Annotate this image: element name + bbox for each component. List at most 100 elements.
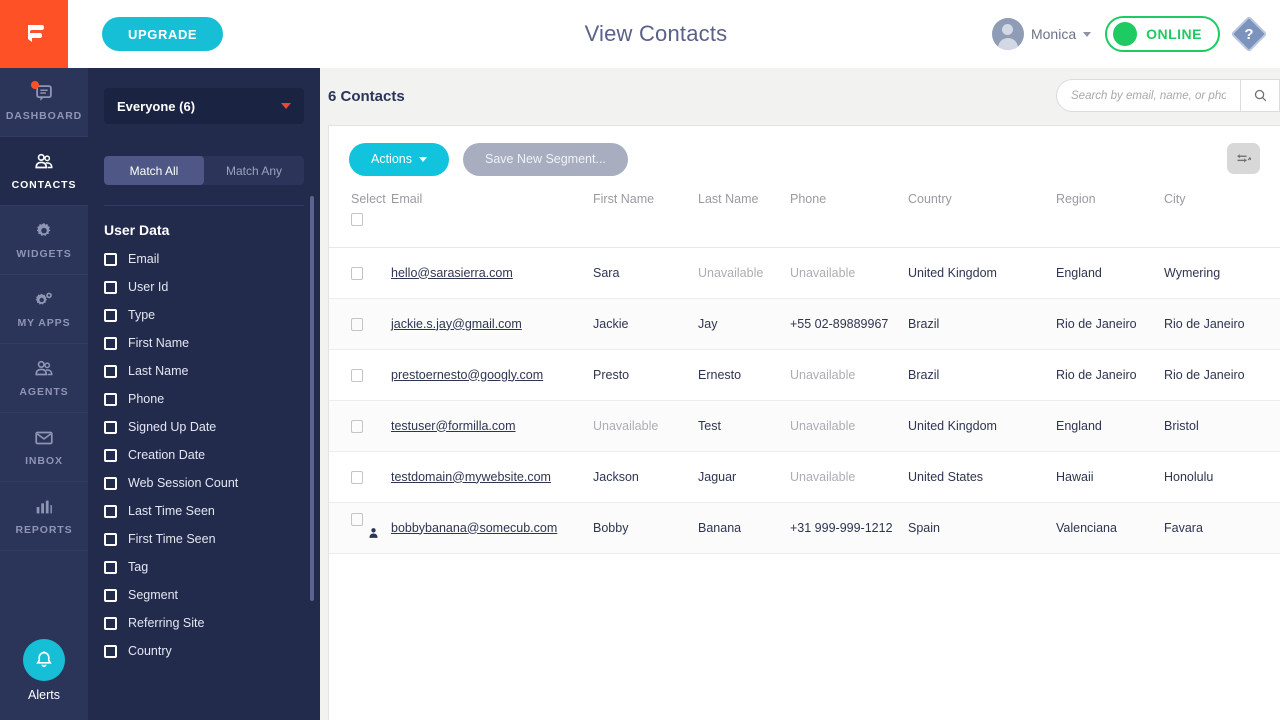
filter-field-creation-date[interactable]: Creation Date — [104, 448, 304, 462]
match-any-button[interactable]: Match Any — [204, 156, 304, 185]
table-row[interactable]: prestoernesto@googly.com Presto Ernesto … — [329, 349, 1280, 400]
checkbox-icon[interactable] — [104, 252, 117, 266]
filter-field-tag[interactable]: Tag — [104, 560, 304, 574]
email-link[interactable]: testdomain@mywebsite.com — [391, 470, 551, 484]
contacts-icon — [33, 151, 55, 173]
cell-region: Rio de Janeiro — [1056, 367, 1137, 382]
filter-field-first-name[interactable]: First Name — [104, 336, 304, 350]
filter-group-title: User Data — [104, 222, 170, 238]
checkbox-icon[interactable] — [104, 420, 117, 434]
checkbox-icon[interactable] — [104, 532, 117, 546]
top-bar-left: UPGRADE — [68, 0, 320, 68]
sidebar-item-my-apps[interactable]: MY APPS — [0, 275, 88, 344]
column-header-email[interactable]: Email — [391, 192, 593, 248]
filter-field-phone[interactable]: Phone — [104, 392, 304, 406]
filter-field-first-time-seen[interactable]: First Time Seen — [104, 532, 304, 546]
filter-field-email[interactable]: Email — [104, 252, 304, 266]
cell-phone: Unavailable — [790, 265, 856, 280]
sidebar-item-inbox[interactable]: INBOX — [0, 413, 88, 482]
sidebar-item-widgets[interactable]: WIDGETS — [0, 206, 88, 275]
cell-city: Wymering — [1164, 265, 1221, 280]
cell-email: bobbybanana@somecub.com — [391, 502, 593, 553]
filter-field-label: Email — [128, 252, 160, 266]
email-link[interactable]: prestoernesto@googly.com — [391, 368, 543, 382]
table-row[interactable]: jackie.s.jay@gmail.com Jackie Jay +55 02… — [329, 298, 1280, 349]
alerts-button[interactable]: Alerts — [0, 639, 88, 720]
row-checkbox[interactable] — [351, 419, 363, 433]
checkbox-icon[interactable] — [104, 616, 117, 630]
filter-field-country[interactable]: Country — [104, 644, 304, 658]
sidebar-item-dashboard[interactable]: DASHBOARD — [0, 68, 88, 137]
checkbox-icon[interactable] — [104, 560, 117, 574]
email-link[interactable]: bobbybanana@somecub.com — [391, 521, 557, 535]
checkbox-icon[interactable] — [104, 364, 117, 378]
column-header-region[interactable]: Region — [1056, 192, 1164, 248]
column-header-country[interactable]: Country — [908, 192, 1056, 248]
filter-field-signed-up-date[interactable]: Signed Up Date — [104, 420, 304, 434]
row-checkbox[interactable] — [351, 266, 363, 280]
checkbox-icon[interactable] — [104, 392, 117, 406]
segment-select[interactable]: Everyone (6) — [104, 88, 304, 124]
row-checkbox[interactable] — [351, 368, 363, 382]
email-link[interactable]: jackie.s.jay@gmail.com — [391, 317, 522, 331]
row-checkbox[interactable] — [351, 317, 363, 331]
match-all-button[interactable]: Match All — [104, 156, 204, 185]
upgrade-button[interactable]: UPGRADE — [102, 17, 224, 51]
status-dot-icon — [1113, 22, 1138, 46]
sidebar-item-label: REPORTS — [15, 524, 73, 536]
search-button[interactable] — [1240, 79, 1280, 112]
main-header: 6 Contacts — [320, 68, 1280, 125]
user-menu[interactable]: Monica — [991, 18, 1092, 50]
column-header-last-name[interactable]: Last Name — [698, 192, 790, 248]
email-link[interactable]: hello@sarasierra.com — [391, 266, 513, 280]
match-mode-toggle[interactable]: Match All Match Any — [104, 156, 304, 185]
column-header-phone[interactable]: Phone — [790, 192, 908, 248]
table-header-row: Select Email First Name Last Name Phone … — [329, 192, 1280, 248]
checkbox-icon[interactable] — [104, 588, 117, 602]
filter-field-label: Type — [128, 308, 156, 322]
filter-panel-scrollbar[interactable] — [310, 196, 314, 601]
save-new-segment-button[interactable]: Save New Segment... — [463, 142, 628, 176]
cell-country: United Kingdom — [908, 265, 997, 280]
select-all-checkbox[interactable] — [351, 213, 363, 226]
filter-field-last-time-seen[interactable]: Last Time Seen — [104, 504, 304, 518]
filter-field-label: Tag — [128, 560, 149, 574]
checkbox-icon[interactable] — [104, 644, 117, 658]
table-row[interactable]: testuser@formilla.com Unavailable Test U… — [329, 400, 1280, 451]
table-row[interactable]: bobbybanana@somecub.com Bobby Banana +31… — [329, 502, 1280, 553]
chat-bubble-icon — [31, 81, 55, 104]
filter-field-last-name[interactable]: Last Name — [104, 364, 304, 378]
filter-field-referring-site[interactable]: Referring Site — [104, 616, 304, 630]
formilla-logo[interactable] — [0, 0, 68, 68]
actions-button[interactable]: Actions — [349, 142, 449, 176]
sidebar-item-reports[interactable]: REPORTS — [0, 482, 88, 551]
cell-city: Rio de Janeiro — [1164, 316, 1245, 331]
app-root: UPGRADE View Contacts Monica ONLINE ? DA… — [0, 0, 1280, 720]
filter-field-segment[interactable]: Segment — [104, 588, 304, 602]
checkbox-icon[interactable] — [104, 280, 117, 294]
help-icon[interactable]: ? — [1230, 15, 1268, 53]
sidebar-item-agents[interactable]: AGENTS — [0, 344, 88, 413]
sidebar-item-contacts[interactable]: CONTACTS — [0, 137, 88, 206]
cell-first-name: Jackie — [593, 316, 629, 331]
cell-phone: Unavailable — [790, 367, 856, 382]
main-content: 6 Contacts Actions Save New Segment... — [320, 68, 1280, 720]
column-settings-icon[interactable] — [1227, 143, 1260, 174]
online-status-toggle[interactable]: ONLINE — [1105, 16, 1220, 52]
row-checkbox[interactable] — [351, 513, 363, 527]
email-link[interactable]: testuser@formilla.com — [391, 419, 516, 433]
checkbox-icon[interactable] — [104, 476, 117, 490]
filter-field-type[interactable]: Type — [104, 308, 304, 322]
checkbox-icon[interactable] — [104, 504, 117, 518]
checkbox-icon[interactable] — [104, 448, 117, 462]
search-input[interactable] — [1056, 79, 1240, 112]
checkbox-icon[interactable] — [104, 336, 117, 350]
filter-field-user-id[interactable]: User Id — [104, 280, 304, 294]
column-header-city[interactable]: City — [1164, 192, 1280, 248]
filter-field-web-session-count[interactable]: Web Session Count — [104, 476, 304, 490]
checkbox-icon[interactable] — [104, 308, 117, 322]
table-row[interactable]: hello@sarasierra.com Sara Unavailable Un… — [329, 247, 1280, 298]
column-header-first-name[interactable]: First Name — [593, 192, 698, 248]
row-checkbox[interactable] — [351, 470, 363, 484]
table-row[interactable]: testdomain@mywebsite.com Jackson Jaguar … — [329, 451, 1280, 502]
